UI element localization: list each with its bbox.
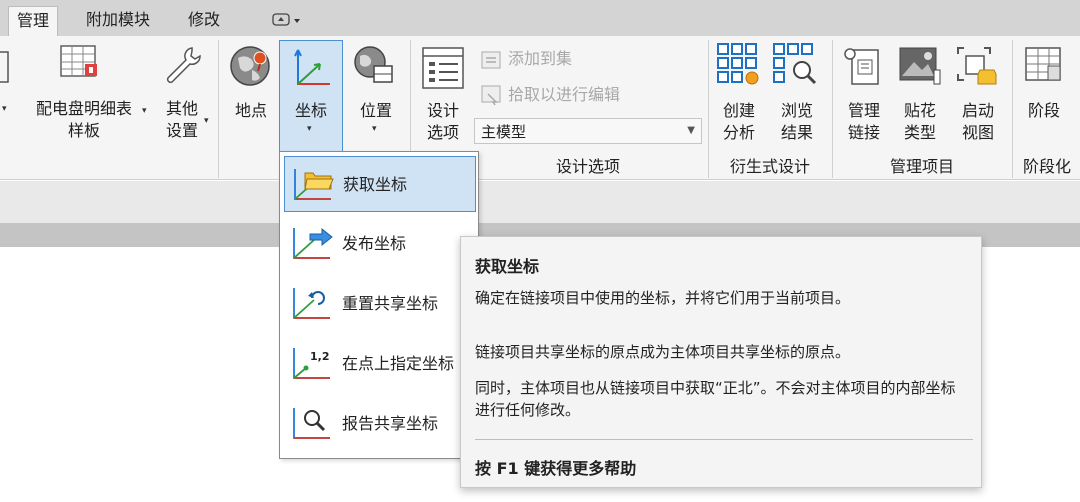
publish-arrow-icon [293, 227, 333, 259]
coordinates-label: 坐标 [294, 101, 327, 120]
tooltip-detail-origin: 链接项目共享坐标的原点成为主体项目共享坐标的原点。 [475, 343, 851, 361]
chevron-down-icon: ▼ [687, 125, 695, 136]
menu-item-acquire-coordinates[interactable]: 获取坐标 [284, 156, 476, 212]
ribbon-panel: ▾ 配电盘明细表 样板 ▾ 其他 设置 ▾ 地点 坐标 ▾ 位置 ▾ 设计 选项 添加… [0, 36, 1080, 180]
options-bar [0, 181, 1080, 223]
coordinates-axis-icon [292, 48, 332, 92]
panel-title-manage-project: 管理项目 [889, 157, 954, 176]
manage-links-icon [842, 44, 886, 92]
quick-access-dropdown[interactable] [272, 12, 302, 28]
starting-view-icon [954, 44, 1000, 92]
tooltip-detail-north: 同时，主体项目也从链接项目中获取“正北”。不会对主体项目的内部坐标进行任何修改。 [475, 379, 956, 419]
menu-item-label: 报告共享坐标 [342, 414, 439, 433]
menu-item-label: 获取坐标 [343, 175, 408, 194]
tab-manage[interactable]: 管理 [8, 6, 59, 36]
decal-types-icon [898, 44, 942, 92]
menu-item-report-shared-coordinates[interactable]: 报告共享坐标 [284, 396, 476, 452]
position-globe-icon[interactable] [352, 44, 396, 92]
starting-view-label[interactable]: 启动 视图 [956, 100, 1000, 144]
chevron-down-icon[interactable]: ▾ [142, 106, 147, 116]
panel-title-phasing: 阶段化 [1022, 157, 1071, 176]
panel-title-design-options: 设计选项 [555, 157, 620, 176]
globe-pin-icon[interactable] [228, 44, 272, 92]
magnifier-coords-icon [293, 408, 330, 439]
tooltip: 获取坐标 确定在链接项目中使用的坐标，并将它们用于当前项目。 链接项目共享坐标的… [460, 236, 982, 488]
phases-icon [1024, 44, 1064, 92]
tooltip-title: 获取坐标 [475, 257, 540, 276]
chevron-down-icon: ▾ [307, 124, 312, 134]
tooltip-help-hint: 按 F1 键获得更多帮助 [475, 459, 637, 478]
wrench-icon [162, 44, 202, 88]
menu-item-label: 在点上指定坐标 [342, 354, 455, 373]
reset-arrow-icon [293, 288, 330, 319]
phases-label[interactable]: 阶段 [1022, 100, 1066, 122]
panel-schedule-icon [58, 42, 102, 86]
design-option-value: 主模型 [481, 123, 527, 141]
chevron-down-icon[interactable]: ▾ [372, 124, 377, 134]
menu-item-label: 重置共享坐标 [342, 294, 439, 313]
coordinates-dropdown-menu: 获取坐标 发布坐标 重置共享坐标 1,2 在点上指定坐标 报告共享坐标 [279, 151, 479, 459]
folder-coords-icon [294, 169, 334, 200]
create-analysis-icon [716, 42, 760, 90]
tab-addins[interactable]: 附加模块 [78, 6, 158, 36]
design-options-icon [420, 46, 466, 96]
create-analysis-label[interactable]: 创建 分析 [716, 100, 762, 144]
manage-links-label[interactable]: 管理 链接 [842, 100, 886, 144]
add-to-set-icon [480, 50, 502, 74]
pick-to-edit-icon [480, 84, 502, 110]
decal-types-label[interactable]: 贴花 类型 [898, 100, 942, 144]
location-label[interactable]: 地点 [228, 100, 274, 122]
chevron-down-icon[interactable]: ▾ [204, 116, 209, 126]
menu-item-reset-shared-coordinates[interactable]: 重置共享坐标 [284, 276, 476, 332]
point-coords-text: 1,2 [310, 350, 330, 363]
menu-item-publish-coordinates[interactable]: 发布坐标 [284, 216, 476, 272]
ribbon-tab-bar: 管理 附加模块 修改 [0, 0, 1080, 36]
panel-title-generative-design: 衍生式设计 [729, 157, 810, 176]
browse-results-label[interactable]: 浏览 结果 [774, 100, 820, 144]
pick-to-edit-button[interactable]: 拾取以进行编辑 [508, 84, 620, 106]
browse-results-icon [772, 42, 818, 92]
panel-schedule-label[interactable]: 配电盘明细表 样板 [28, 98, 140, 142]
menu-item-label: 发布坐标 [342, 234, 407, 253]
tooltip-description: 确定在链接项目中使用的坐标，并将它们用于当前项目。 [475, 289, 851, 307]
chevron-down-icon[interactable]: ▾ [2, 104, 7, 114]
add-to-set-button[interactable]: 添加到集 [508, 48, 572, 70]
tab-modify[interactable]: 修改 [180, 6, 228, 36]
tooltip-divider [475, 439, 973, 440]
other-settings-label[interactable]: 其他 设置 [160, 98, 204, 142]
design-option-select[interactable]: 主模型 ▼ [474, 118, 702, 144]
partial-icon [0, 50, 10, 90]
position-label[interactable]: 位置 [352, 100, 400, 122]
menu-item-specify-coordinates-at-point[interactable]: 1,2 在点上指定坐标 [284, 336, 476, 392]
design-options-label[interactable]: 设计 选项 [418, 100, 468, 144]
point-coords-icon: 1,2 [293, 348, 330, 379]
